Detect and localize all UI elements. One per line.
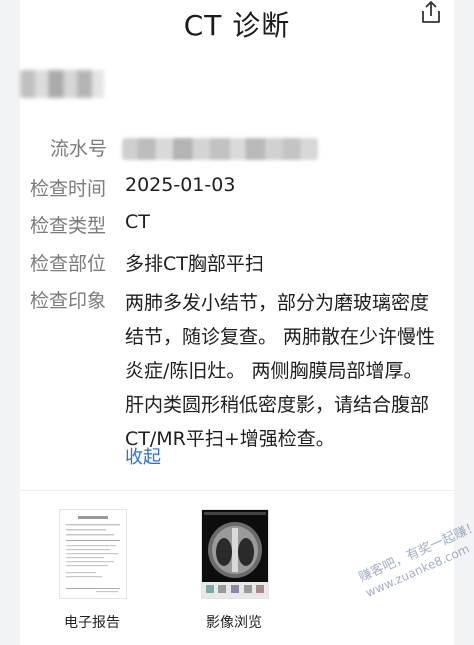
exam-site-label: 检查部位 <box>30 253 107 275</box>
impression-label: 检查印象 <box>30 290 107 312</box>
ct-image-thumbnail[interactable] <box>202 510 268 598</box>
exam-site-value: 多排CT胸部平扫 <box>125 253 264 275</box>
report-document-icon <box>60 510 126 598</box>
exam-time-label: 检查时间 <box>30 178 107 200</box>
image-browse-label[interactable]: 影像浏览 <box>206 612 262 632</box>
exam-time-value: 2025-01-03 <box>125 174 236 196</box>
report-label[interactable]: 电子报告 <box>64 612 120 632</box>
collapse-link[interactable]: 收起 <box>125 443 161 469</box>
page-header: CT 诊断 <box>0 0 474 48</box>
ct-scan-icon <box>202 510 268 598</box>
impression-text: 两肺多发小结节，部分为磨玻璃密度结节，随诊复查。 两肺散在少许慢性炎症/陈旧灶。… <box>125 292 436 450</box>
divider <box>20 490 454 491</box>
report-document-thumbnail[interactable] <box>60 510 126 598</box>
page-title: CT 诊断 <box>183 9 291 42</box>
exam-type-label: 检查类型 <box>30 215 107 237</box>
exam-type-value: CT <box>125 211 150 233</box>
serial-value-redacted <box>122 138 318 160</box>
share-icon[interactable] <box>418 0 444 26</box>
patient-name-redacted <box>20 70 104 98</box>
serial-label: 流水号 <box>50 138 108 160</box>
